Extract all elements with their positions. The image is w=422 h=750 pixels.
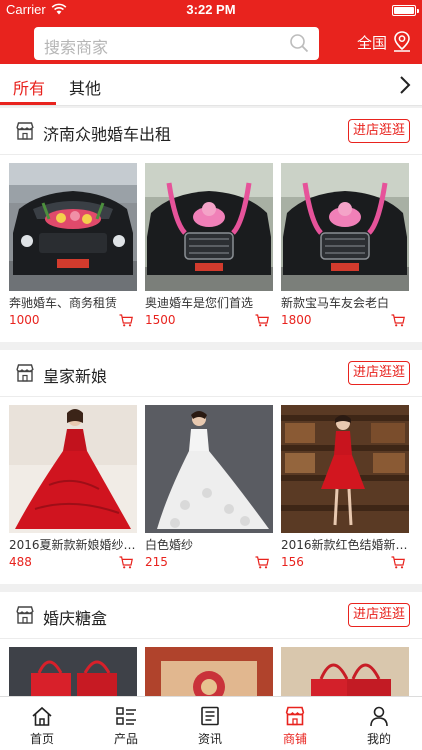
tab-mine[interactable]: 我的 xyxy=(337,697,421,750)
user-icon xyxy=(370,706,388,727)
store-icon xyxy=(16,364,34,382)
search-input[interactable]: 搜索商家 xyxy=(34,27,319,60)
cart-icon[interactable] xyxy=(391,556,405,569)
tab-label: 产品 xyxy=(113,732,138,746)
cart-icon[interactable] xyxy=(119,556,133,569)
search-icon[interactable] xyxy=(289,33,309,53)
chevron-right-icon[interactable] xyxy=(398,76,412,94)
product-title: 2016新款红色结婚新… xyxy=(281,538,408,552)
product-price: 215 xyxy=(145,555,168,569)
tab-products[interactable]: 产品 xyxy=(84,697,168,750)
status-bar: Carrier 3:22 PM xyxy=(0,0,422,20)
cart-icon[interactable] xyxy=(255,314,269,327)
product-image[interactable] xyxy=(281,405,409,533)
divider xyxy=(0,154,422,155)
tab-label: 资讯 xyxy=(197,732,222,746)
product-price: 1000 xyxy=(9,313,40,327)
bottom-tab-bar: 首页 产品 资讯 商铺 我的 xyxy=(0,696,422,750)
shop-card: 济南众驰婚车出租 进店逛逛 奔驰婚车、商务租赁 1000 奥迪婚车是您们首选 1… xyxy=(0,108,422,342)
cart-icon[interactable] xyxy=(255,556,269,569)
tab-home[interactable]: 首页 xyxy=(0,697,84,750)
tab-all[interactable]: 所有 xyxy=(13,75,45,99)
product-image[interactable] xyxy=(145,647,273,696)
product-title: 奔驰婚车、商务租赁 xyxy=(9,296,118,310)
product-title: 2016夏新款新娘婚纱… xyxy=(9,538,136,552)
tab-other[interactable]: 其他 xyxy=(69,75,101,99)
clock: 3:22 PM xyxy=(186,2,236,17)
shop-header[interactable]: 皇家新娘 进店逛逛 xyxy=(0,350,422,396)
cart-icon[interactable] xyxy=(119,314,133,327)
product-price: 488 xyxy=(9,555,32,569)
visit-shop-button[interactable]: 进店逛逛 xyxy=(348,119,410,143)
product-price: 156 xyxy=(281,555,304,569)
product-title: 白色婚纱 xyxy=(145,538,194,552)
product-image[interactable] xyxy=(9,163,137,291)
shop-icon xyxy=(285,706,305,726)
product-image[interactable] xyxy=(281,647,409,696)
active-tab-indicator xyxy=(0,102,56,105)
shop-header[interactable]: 婚庆糖盒 进店逛逛 xyxy=(0,592,422,638)
grid-list-icon xyxy=(116,707,136,725)
tab-label: 商铺 xyxy=(282,732,307,746)
app-header: Carrier 3:22 PM 搜索商家 全国 xyxy=(0,0,422,64)
product-price: 1800 xyxy=(281,313,312,327)
product-title: 奥迪婚车是您们首选 xyxy=(145,296,254,310)
shop-name[interactable]: 济南众驰婚车出租 xyxy=(43,121,171,145)
visit-shop-button[interactable]: 进店逛逛 xyxy=(348,361,410,385)
search-placeholder: 搜索商家 xyxy=(44,38,109,57)
product-image[interactable] xyxy=(281,163,409,291)
tab-label: 首页 xyxy=(29,732,54,746)
product-image[interactable] xyxy=(9,405,137,533)
news-icon xyxy=(201,706,219,726)
product-price: 1500 xyxy=(145,313,176,327)
divider xyxy=(0,396,422,397)
home-icon xyxy=(32,706,52,726)
tab-label: 我的 xyxy=(366,732,391,746)
battery-icon xyxy=(392,5,419,16)
store-icon xyxy=(16,122,34,140)
divider xyxy=(0,638,422,639)
shop-name[interactable]: 皇家新娘 xyxy=(43,363,107,387)
cart-icon[interactable] xyxy=(391,314,405,327)
tab-shops[interactable]: 商铺 xyxy=(253,697,337,750)
tab-news[interactable]: 资讯 xyxy=(168,697,252,750)
shop-card: 婚庆糖盒 进店逛逛 xyxy=(0,592,422,696)
shop-header[interactable]: 济南众驰婚车出租 进店逛逛 xyxy=(0,108,422,154)
product-image[interactable] xyxy=(9,647,137,696)
category-tabs: 所有 其他 xyxy=(0,64,422,106)
location-pin-icon[interactable] xyxy=(392,30,412,52)
store-icon xyxy=(16,606,34,624)
product-image[interactable] xyxy=(145,163,273,291)
region-selector[interactable]: 全国 xyxy=(357,32,387,53)
shop-card: 皇家新娘 进店逛逛 2016夏新款新娘婚纱… 488 白色婚纱 215 2016… xyxy=(0,350,422,584)
product-title: 新款宝马车友会老白 xyxy=(281,296,390,310)
shop-name[interactable]: 婚庆糖盒 xyxy=(43,605,107,629)
visit-shop-button[interactable]: 进店逛逛 xyxy=(348,603,410,627)
product-image[interactable] xyxy=(145,405,273,533)
